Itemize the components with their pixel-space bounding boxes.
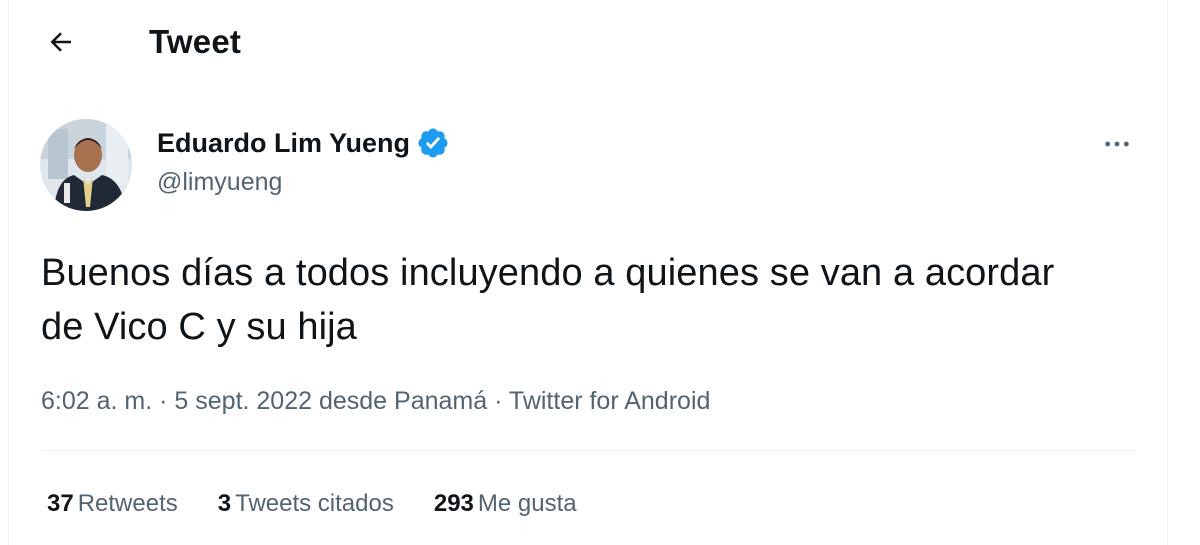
arrow-left-icon bbox=[50, 32, 71, 52]
more-horizontal-icon bbox=[1105, 141, 1129, 147]
author-handle[interactable]: @limyueng bbox=[157, 166, 282, 198]
tweet-detail-panel: Tweet Eduardo Lim Yueng @limyueng Buenos… bbox=[8, 0, 1168, 545]
meta-separator: · bbox=[494, 387, 503, 415]
likes-count: 293 bbox=[433, 490, 474, 517]
tweet-date-location[interactable]: 5 sept. 2022 desde Panamá bbox=[174, 387, 487, 415]
tweet-source[interactable]: Twitter for Android bbox=[509, 387, 710, 415]
tweet-text: Buenos días a todos incluyendo a quienes… bbox=[41, 252, 1055, 348]
engagement-stats: 37 Retweets 3 Tweets citados 293 Me gusta bbox=[47, 488, 577, 520]
user-avatar-image bbox=[40, 119, 132, 211]
verified-badge-icon bbox=[418, 128, 448, 158]
tweet-metadata: 6:02 a. m. · 5 sept. 2022 desde Panamá ·… bbox=[41, 384, 710, 418]
page-header: Tweet bbox=[9, 0, 1167, 86]
back-button[interactable] bbox=[41, 22, 81, 62]
quote-tweets-count: 3 bbox=[217, 490, 232, 517]
author-name-row[interactable]: Eduardo Lim Yueng bbox=[157, 126, 450, 160]
quote-tweets-label: Tweets citados bbox=[235, 490, 394, 517]
meta-separator: · bbox=[159, 387, 168, 415]
retweets-label: Retweets bbox=[77, 490, 178, 517]
retweets-count: 37 bbox=[47, 490, 74, 517]
likes-stat[interactable]: 293 Me gusta bbox=[434, 488, 577, 520]
retweets-stat[interactable]: 37 Retweets bbox=[47, 488, 178, 520]
page-title: Tweet bbox=[149, 23, 242, 60]
tweet-time[interactable]: 6:02 a. m. bbox=[41, 387, 152, 415]
divider bbox=[41, 450, 1137, 451]
avatar[interactable] bbox=[40, 119, 132, 211]
more-options-button[interactable] bbox=[1095, 124, 1139, 164]
quote-tweets-stat[interactable]: 3 Tweets citados bbox=[218, 488, 394, 520]
likes-label: Me gusta bbox=[477, 490, 577, 517]
author-name[interactable]: Eduardo Lim Yueng bbox=[157, 126, 410, 160]
